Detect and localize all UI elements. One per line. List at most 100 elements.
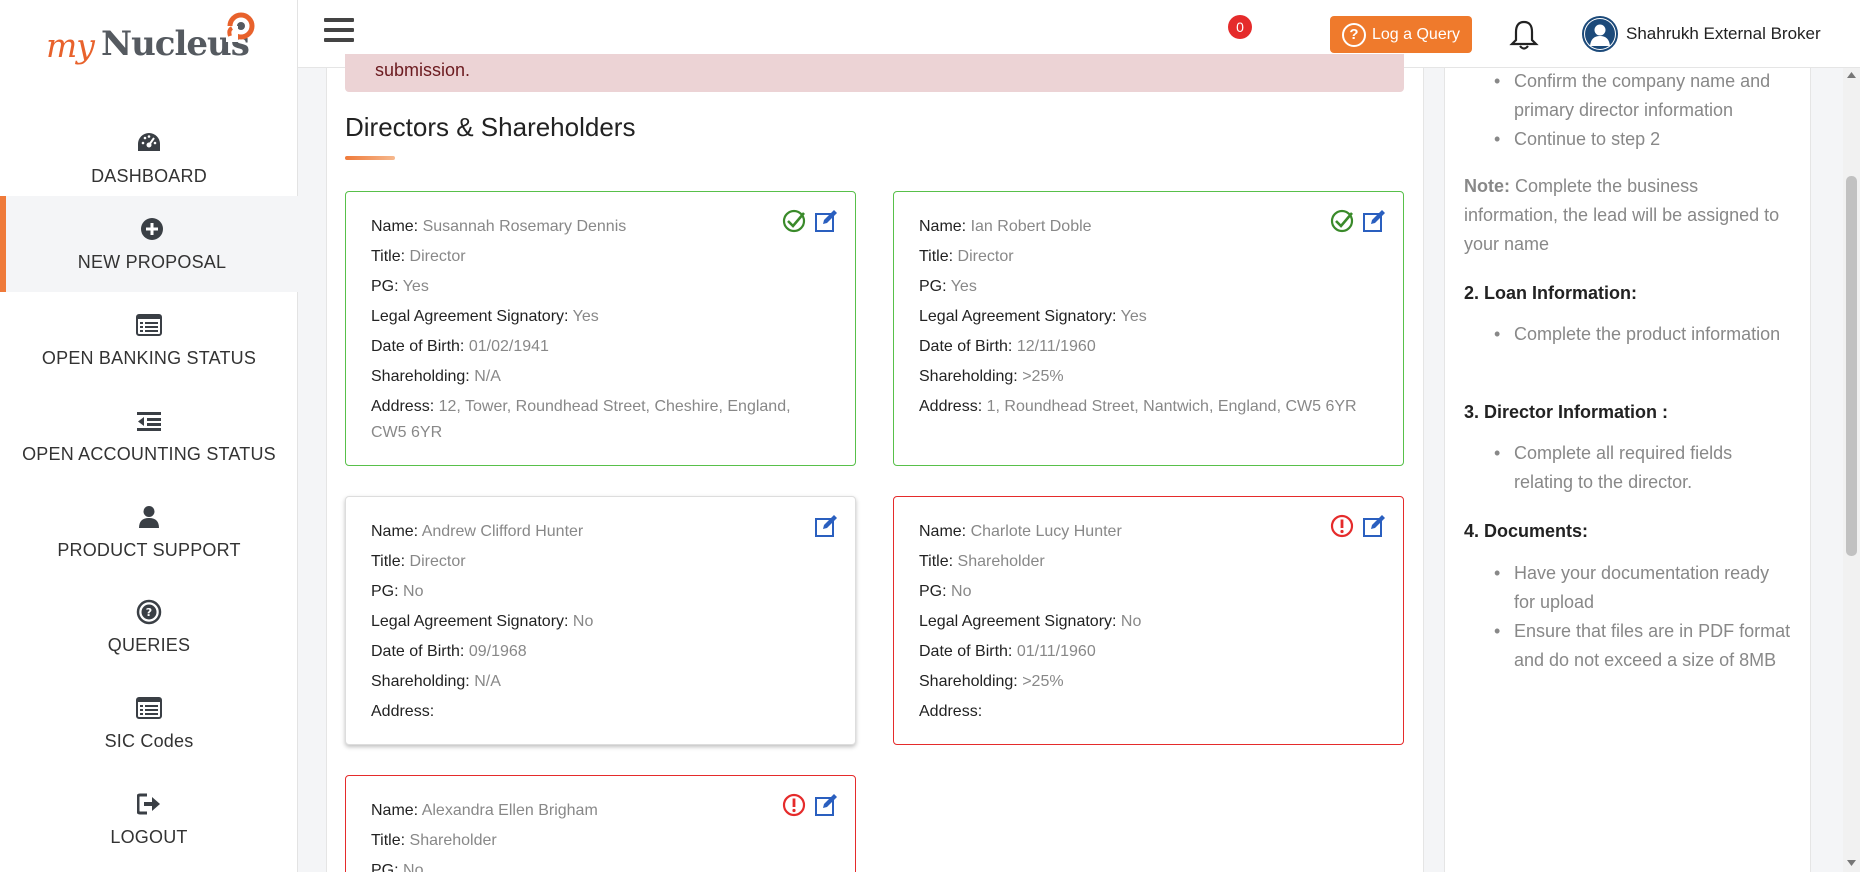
card-dob-row: Date of Birth: 09/1968 bbox=[371, 643, 527, 660]
card-signatory-row: Legal Agreement Signatory: No bbox=[371, 613, 594, 630]
sidebar: my Nucleus DASHBOARD NEW PROPOSAL OPEN B… bbox=[0, 0, 298, 872]
log-query-button[interactable]: ? Log a Query bbox=[1330, 16, 1472, 53]
sidebar-item-label: QUERIES bbox=[107, 634, 191, 655]
sidebar-item-dashboard[interactable]: DASHBOARD bbox=[0, 110, 298, 206]
svg-text:?: ? bbox=[146, 606, 152, 619]
scroll-up-icon[interactable] bbox=[1846, 70, 1857, 80]
sidebar-item-open-accounting-status[interactable]: OPEN ACCOUNTING STATUS bbox=[0, 388, 298, 484]
list-item: • Complete all required fields relating t… bbox=[1494, 443, 1733, 492]
section-underline bbox=[345, 156, 395, 160]
indent-list-icon bbox=[136, 408, 162, 434]
avatar bbox=[1582, 16, 1618, 52]
sidebar-item-label: NEW PROPOSAL bbox=[77, 251, 227, 272]
card-signatory-row: Legal Agreement Signatory: Yes bbox=[919, 308, 1147, 325]
alert-circle-icon bbox=[1329, 513, 1355, 539]
sidebar-item-label: OPEN ACCOUNTING STATUS bbox=[22, 443, 276, 464]
card-shareholding-row: Shareholding: >25% bbox=[919, 673, 1064, 690]
card-address-row: Address: 1, Roundhead Street, Nantwich, … bbox=[919, 398, 1357, 415]
scroll-down-icon[interactable] bbox=[1846, 858, 1857, 868]
edit-icon[interactable] bbox=[813, 513, 839, 539]
user-menu[interactable]: Shahrukh External Broker bbox=[1582, 14, 1821, 54]
logout-icon bbox=[136, 791, 162, 817]
logo-swirl-icon bbox=[226, 12, 255, 42]
sidebar-item-queries[interactable]: ? QUERIES bbox=[0, 579, 298, 675]
guide-step2-heading: 2. Loan Information: bbox=[1464, 283, 1637, 303]
card-name-row: Name: Andrew Clifford Hunter bbox=[371, 523, 584, 540]
sidebar-item-label: SIC Codes bbox=[104, 730, 194, 751]
check-circle-icon bbox=[781, 208, 807, 234]
sidebar-item-label: LOGOUT bbox=[110, 826, 188, 847]
list-item: • Complete the product information bbox=[1494, 324, 1781, 344]
card-pg-row: PG: Yes bbox=[919, 278, 977, 295]
page-scrollbar[interactable] bbox=[1843, 68, 1860, 872]
sidebar-item-new-proposal[interactable]: NEW PROPOSAL bbox=[0, 196, 298, 292]
log-query-label: Log a Query bbox=[1372, 25, 1461, 43]
sidebar-item-label: DASHBOARD bbox=[91, 165, 207, 186]
card-dob-row: Date of Birth: 12/11/1960 bbox=[919, 338, 1096, 355]
sidebar-item-label: PRODUCT SUPPORT bbox=[57, 539, 241, 560]
sidebar-item-label: OPEN BANKING STATUS bbox=[41, 347, 257, 368]
director-card: Name: Ian Robert Doble Title: Director P… bbox=[893, 191, 1404, 466]
sidebar-item-logout[interactable]: LOGOUT bbox=[0, 771, 298, 867]
edit-icon[interactable] bbox=[813, 208, 839, 234]
menu-toggle-icon[interactable] bbox=[324, 18, 354, 46]
card-title-row: Title: Director bbox=[919, 248, 1014, 265]
list-icon bbox=[136, 312, 162, 338]
list-item: • Confirm the company name and primary di… bbox=[1494, 71, 1771, 120]
card-title-row: Title: Shareholder bbox=[371, 832, 497, 849]
card-title-row: Title: Director bbox=[371, 553, 466, 570]
card-address-row: Address: bbox=[919, 703, 983, 720]
guide-step1-list: • Confirm the company name and primary di… bbox=[1464, 67, 1794, 154]
section-title: Directors & Shareholders bbox=[345, 112, 636, 142]
question-icon: ? bbox=[1342, 22, 1366, 47]
card-pg-row: PG: No bbox=[371, 583, 424, 600]
director-card: Name: Andrew Clifford Hunter Title: Dire… bbox=[345, 496, 856, 745]
question-circle-icon: ? bbox=[136, 599, 162, 625]
card-title-row: Title: Shareholder bbox=[919, 553, 1045, 570]
sidebar-item-open-banking-status[interactable]: OPEN BANKING STATUS bbox=[0, 292, 298, 388]
edit-icon[interactable] bbox=[813, 792, 839, 818]
notification-badge: 0 bbox=[1228, 15, 1252, 39]
card-pg-row: PG: No bbox=[919, 583, 972, 600]
card-signatory-row: Legal Agreement Signatory: No bbox=[919, 613, 1142, 630]
card-shareholding-row: Shareholding: N/A bbox=[371, 673, 501, 690]
alert-text: submission. bbox=[375, 60, 471, 80]
scrollbar-thumb[interactable] bbox=[1846, 176, 1857, 556]
card-address-row: Address: 12, Tower, Roundhead Street, Ch… bbox=[371, 398, 791, 441]
card-dob-row: Date of Birth: 01/02/1941 bbox=[371, 338, 549, 355]
user-name: Shahrukh External Broker bbox=[1626, 24, 1821, 43]
alert-circle-icon bbox=[781, 792, 807, 818]
card-pg-row: PG: No bbox=[371, 862, 424, 872]
alert-banner: submission. bbox=[345, 54, 1404, 92]
main-panel bbox=[326, 68, 1424, 872]
app-logo[interactable]: my Nucleus bbox=[46, 12, 266, 72]
card-shareholding-row: Shareholding: >25% bbox=[919, 368, 1064, 385]
card-title-row: Title: Director bbox=[371, 248, 466, 265]
director-card: Name: Alexandra Ellen Brigham Title: Sha… bbox=[345, 775, 856, 872]
guide-step2-list: • Complete the product information bbox=[1464, 320, 1794, 349]
sidebar-item-sic-codes[interactable]: SIC Codes bbox=[0, 675, 298, 771]
card-shareholding-row: Shareholding: N/A bbox=[371, 368, 501, 385]
card-address-row: Address: bbox=[371, 703, 435, 720]
guide-note: Note: Complete the business information,… bbox=[1464, 176, 1780, 254]
director-card: Name: Susannah Rosemary Dennis Title: Di… bbox=[345, 191, 856, 466]
dashboard-icon bbox=[136, 130, 162, 156]
guide-step3-list: • Complete all required fields relating t… bbox=[1464, 439, 1794, 497]
list-item: • Ensure that files are in PDF format and… bbox=[1494, 621, 1791, 670]
card-signatory-row: Legal Agreement Signatory: Yes bbox=[371, 308, 599, 325]
guide-step3-heading: 3. Director Information : bbox=[1464, 402, 1669, 422]
check-circle-icon bbox=[1329, 208, 1355, 234]
guide-step4-list: • Have your documentation ready for uploa… bbox=[1464, 559, 1794, 675]
list-item: • Continue to step 2 bbox=[1494, 129, 1661, 149]
logo-my-text: my bbox=[46, 26, 95, 65]
edit-icon[interactable] bbox=[1361, 513, 1387, 539]
bell-icon[interactable] bbox=[1508, 18, 1540, 52]
card-dob-row: Date of Birth: 01/11/1960 bbox=[919, 643, 1096, 660]
sidebar-item-product-support[interactable]: PRODUCT SUPPORT bbox=[0, 484, 298, 580]
card-pg-row: PG: Yes bbox=[371, 278, 429, 295]
plus-circle-icon bbox=[139, 216, 165, 242]
user-icon bbox=[136, 504, 162, 530]
list-item: • Have your documentation ready for uploa… bbox=[1494, 563, 1770, 612]
director-card: Name: Charlote Lucy Hunter Title: Shareh… bbox=[893, 496, 1404, 745]
edit-icon[interactable] bbox=[1361, 208, 1387, 234]
